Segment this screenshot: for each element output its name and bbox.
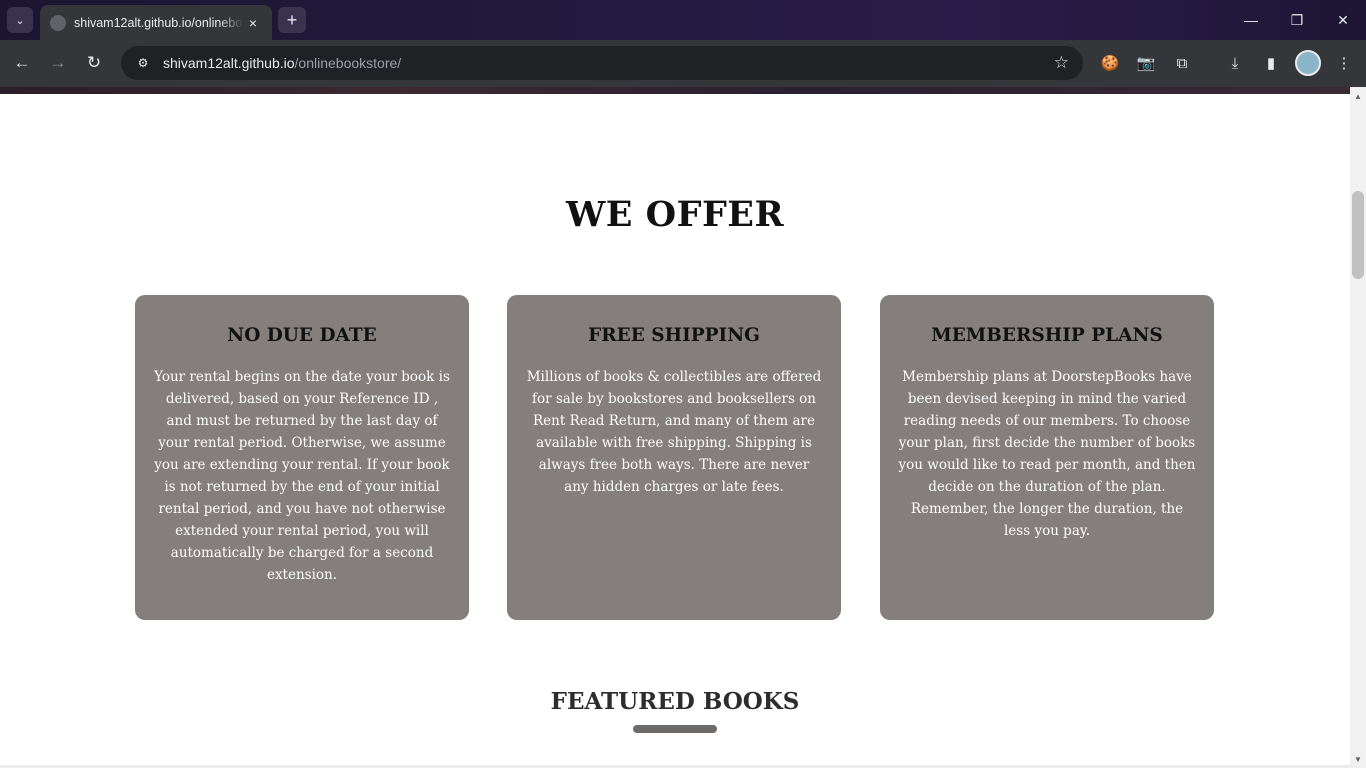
offer-card-membership-plans: MEMBERSHIP PLANS Membership plans at Doo… (880, 295, 1214, 620)
scroll-down-arrow-icon[interactable]: ▼ (1350, 752, 1366, 766)
browser-titlebar: ⌄ shivam12alt.github.io/onlinebookstore/… (0, 0, 1366, 40)
url-path: /onlinebookstore/ (294, 55, 402, 71)
heading-underline (633, 725, 717, 733)
page-viewport: WE OFFER NO DUE DATE Your rental begins … (0, 94, 1350, 768)
offer-card-text: Millions of books & collectibles are off… (526, 369, 822, 495)
close-window-icon[interactable]: ✕ (1320, 0, 1366, 40)
forward-icon[interactable]: → (43, 48, 73, 78)
featured-books-heading: FEATURED BOOKS (550, 688, 800, 715)
close-tab-icon[interactable]: × (244, 15, 262, 31)
we-offer-heading: WE OFFER (565, 194, 785, 235)
download-icon[interactable]: ⤓ (1222, 50, 1248, 76)
url-host: shivam12alt.github.io (163, 55, 295, 71)
globe-icon (50, 14, 66, 31)
browser-tab-active[interactable]: shivam12alt.github.io/onlinebookstore/ × (40, 5, 272, 40)
scroll-up-arrow-icon[interactable]: ▲ (1350, 89, 1366, 103)
side-panel-icon[interactable]: ▮ (1258, 50, 1284, 76)
offer-card-title: FREE SHIPPING (588, 325, 760, 346)
offer-card-title: NO DUE DATE (227, 325, 377, 346)
scrollbar-thumb[interactable] (1352, 191, 1364, 279)
tab-search-icon[interactable]: ⌄ (7, 7, 33, 33)
reload-icon[interactable]: ↻ (79, 48, 109, 78)
page-scrollbar[interactable]: ▲ ▼ (1350, 87, 1366, 768)
extensions-puzzle-icon[interactable]: ⧉ (1169, 50, 1195, 76)
bookmark-star-icon[interactable]: ☆ (1054, 53, 1069, 73)
site-info-icon[interactable]: ⚙ (131, 51, 155, 75)
minimize-icon[interactable]: — (1228, 0, 1274, 40)
offer-card-text: Your rental begins on the date your book… (154, 369, 450, 583)
browser-menu-icon[interactable]: ⋮ (1331, 50, 1357, 76)
restore-icon[interactable]: ❐ (1274, 0, 1320, 40)
tab-title: shivam12alt.github.io/onlinebookstore/ (74, 15, 244, 30)
offer-card-free-shipping: FREE SHIPPING Millions of books & collec… (507, 295, 841, 620)
camera-extension-icon[interactable]: 📷 (1133, 50, 1159, 76)
offer-card-title: MEMBERSHIP PLANS (931, 325, 1163, 346)
profile-avatar[interactable] (1295, 50, 1321, 76)
back-icon[interactable]: ← (7, 48, 37, 78)
offer-card-no-due-date: NO DUE DATE Your rental begins on the da… (135, 295, 469, 620)
address-bar[interactable]: ⚙ shivam12alt.github.io/onlinebookstore/… (121, 46, 1083, 80)
hero-image-bottom-edge (0, 87, 1350, 94)
browser-toolbar: ← → ↻ ⚙ shivam12alt.github.io/onlinebook… (0, 40, 1366, 87)
offer-card-text: Membership plans at DoorstepBooks have b… (898, 369, 1196, 539)
new-tab-icon[interactable]: + (278, 7, 306, 33)
cookie-extension-icon[interactable]: 🍪 (1097, 50, 1123, 76)
